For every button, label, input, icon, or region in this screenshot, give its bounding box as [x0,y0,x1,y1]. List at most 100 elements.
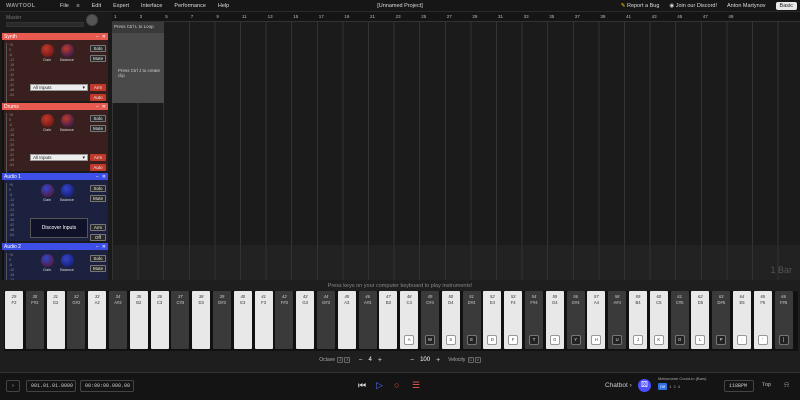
balance-knob[interactable] [60,254,74,267]
basic-mode-button[interactable]: Basic [775,2,797,10]
arm-button[interactable]: Arm [90,224,106,231]
bell-icon[interactable]: ⍾ [784,380,789,390]
solo-button[interactable]: Solo [90,45,106,52]
sidebar-toggle-icon[interactable]: › [6,380,20,392]
track-name[interactable]: Synth [4,34,17,40]
chatbot-icon[interactable]: ⚄ [638,379,651,392]
count-in-option[interactable]: 4 [678,384,680,389]
loop-list-icon[interactable]: ☰ [412,380,420,391]
arm-button[interactable]: Arm [90,154,106,161]
piano-key[interactable]: 45 A3 [337,291,356,349]
track-header[interactable]: Drums − ✕ [2,103,108,110]
solo-button[interactable]: Solo [90,185,106,192]
close-icon[interactable]: ✕ [102,174,106,180]
close-icon[interactable]: ✕ [102,34,106,40]
piano-key[interactable]: 29 F2 [5,291,23,349]
piano-key[interactable]: 66 F#5] [774,291,793,349]
gain-knob[interactable] [40,254,54,267]
mute-button[interactable]: Mute [90,195,106,202]
rewind-icon[interactable]: ⏮ [358,380,366,391]
track-name[interactable]: Audio 2 [4,244,21,250]
track-audio-2[interactable]: Audio 2 −✕ +60-6-12-18-24-30-36-42-48-54… [2,243,108,280]
chatbot-button[interactable]: Chatbot › [605,382,632,389]
piano-key[interactable]: 55 G4 G [545,291,564,349]
piano-key[interactable]: 58 A#4 U [608,291,627,349]
minus-icon[interactable]: − [410,357,414,364]
gain-knob[interactable] [40,44,54,57]
solo-button[interactable]: Solo [90,115,106,122]
bpm-display[interactable]: 118BPM [724,380,754,392]
collapse-icon[interactable]: − [96,104,99,110]
clip-hint[interactable]: Press Ctrl J to create clip [112,33,164,103]
auto-button[interactable]: Auto [90,164,106,171]
piano-key[interactable]: 36 C3 [150,291,169,349]
plus-icon[interactable]: + [378,357,382,364]
play-icon[interactable]: ▷ [376,380,383,391]
collapse-icon[interactable]: − [96,174,99,180]
menu-file[interactable]: File ≡ [48,3,86,9]
plus-icon[interactable]: + [436,357,440,364]
track-header[interactable]: Audio 1 − ✕ [2,173,108,180]
piano-key[interactable]: 65 F5 ' [753,291,772,349]
track-name[interactable]: Audio 1 [4,174,21,180]
velocity-value[interactable]: 100 [420,357,430,363]
piano-key[interactable]: 64 E5; [733,291,751,349]
mute-button[interactable]: Mute [90,125,106,132]
menu-help[interactable]: Help [212,3,235,9]
track-audio-1[interactable]: Audio 1 − ✕ +6 0 -6 -12 -18 -24 -30 -36 -42 -48 -54… [2,173,108,243]
piano-key[interactable]: 38 D3 [192,291,211,349]
piano-key[interactable]: 40 E3 [233,291,252,349]
piano-key[interactable]: 63 D#5 P [712,291,731,349]
off-button[interactable]: Off [90,234,106,241]
piano-key[interactable]: 35 B2 [129,291,148,349]
piano-key[interactable]: 60 C5 K [649,291,668,349]
minus-icon[interactable]: − [358,357,362,364]
octave-value[interactable]: 4 [369,357,372,363]
piano-key[interactable]: 39 D#3 [213,291,231,349]
track-header[interactable]: Synth − ✕ [2,33,108,40]
menu-interface[interactable]: Interface [135,3,168,9]
piano-key[interactable]: 59 B4 J [629,291,647,349]
piano-key[interactable]: 52 E4 D [483,291,502,349]
solo-button[interactable]: Solo [90,255,106,262]
position-display[interactable]: 001.01.01.0000 [26,380,76,392]
piano-key[interactable]: 51 D#4 E [462,291,481,349]
piano-key[interactable]: 44 G#3 [317,291,335,349]
piano-key[interactable]: 34 A#2 [109,291,127,349]
track-name[interactable]: Drums [4,104,19,110]
piano-key[interactable]: 32 G#2 [67,291,86,349]
piano-key[interactable]: 49 C#4 W [421,291,439,349]
piano-key[interactable]: 33 A2 [88,291,107,349]
piano-key[interactable]: 30 F#2 [25,291,44,349]
mute-button[interactable]: Mute [90,55,106,62]
collapse-icon[interactable]: − [96,244,99,250]
time-signature[interactable]: Top [762,380,778,392]
timeline-grid[interactable] [112,22,800,245]
piano-key[interactable]: 43 G3 [296,291,315,349]
report-bug-link[interactable]: ✎ Report a Bug [621,3,660,9]
piano-key[interactable]: 42 F#3 [275,291,294,349]
piano-key[interactable]: 46 A#3 [358,291,377,349]
balance-knob[interactable] [60,184,74,197]
mute-button[interactable]: Mute [90,265,106,272]
track-drums[interactable]: Drums − ✕ +6 0 -6 -12 -18 -24 -30 -36 -42 -48 -54 G… [2,103,108,173]
count-in-option[interactable]: 1 [669,384,671,389]
close-icon[interactable]: ✕ [102,244,106,250]
piano-key[interactable]: 48 C4 A [400,291,419,349]
piano-key[interactable]: 57 A4 H [587,291,606,349]
auto-button[interactable]: Auto [90,94,106,101]
piano-key[interactable]: 54 F#4 T [525,291,543,349]
piano-key[interactable]: 47 B3 [379,291,398,349]
master-volume-knob[interactable] [86,14,98,26]
piano-key[interactable]: 41 F3 [254,291,273,349]
loop-hint[interactable]: Press Ctrl L to Loop [112,22,164,33]
gain-knob[interactable] [40,114,54,127]
piano-key[interactable]: 61 C#5 O [670,291,689,349]
balance-knob[interactable] [60,114,74,127]
user-name[interactable]: Anton Martynov [727,3,766,9]
gain-knob[interactable] [40,184,54,197]
balance-knob[interactable] [60,44,74,57]
track-header[interactable]: Audio 2 − ✕ [2,243,108,250]
piano-key[interactable]: 31 G2 [46,291,65,349]
menu-expert[interactable]: Expert [107,3,135,9]
